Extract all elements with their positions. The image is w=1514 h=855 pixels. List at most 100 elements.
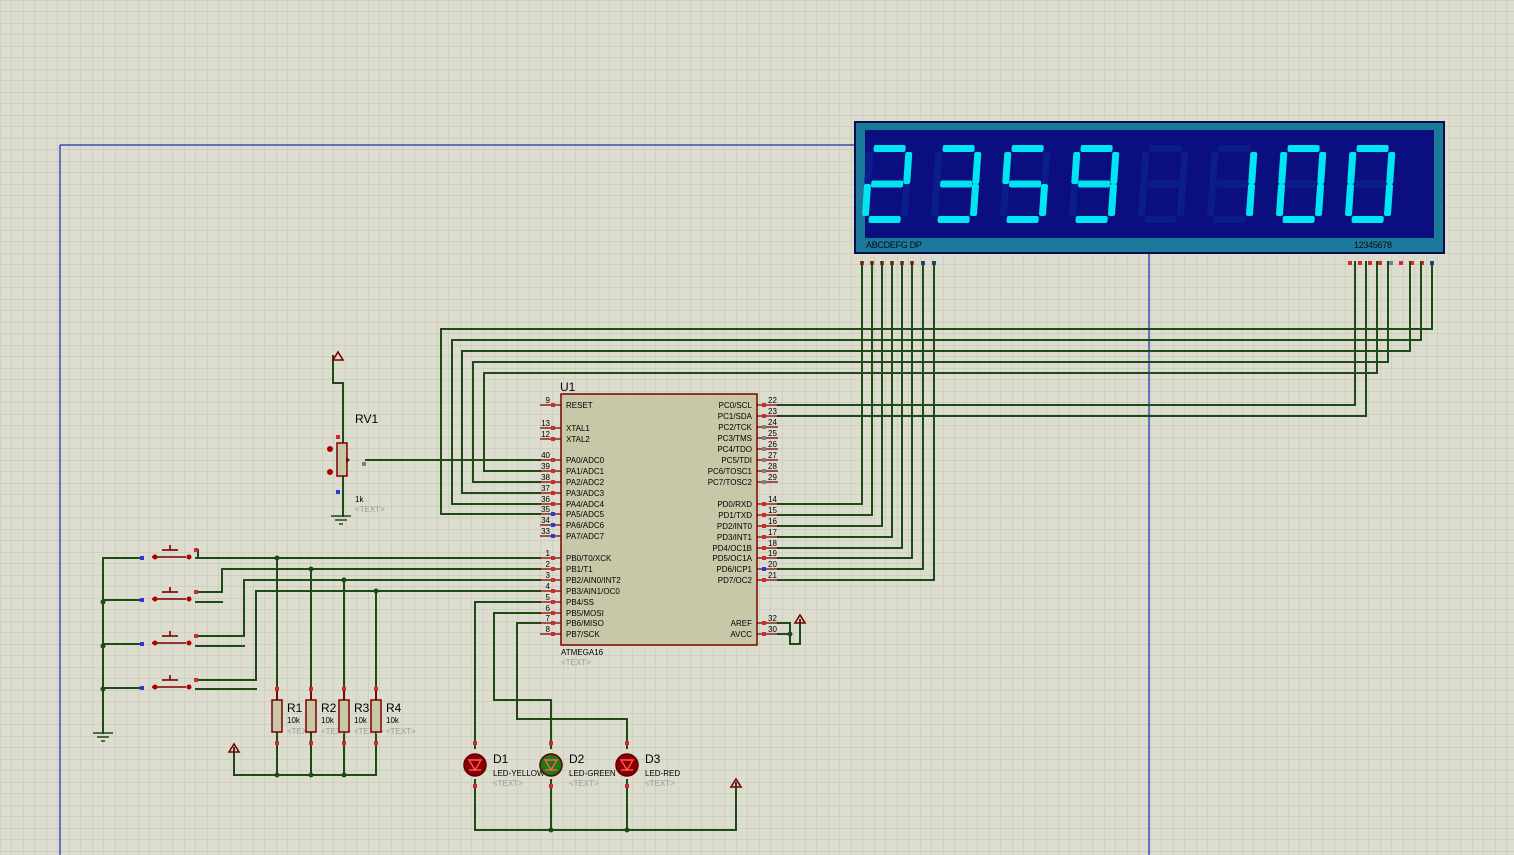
mcu-pin-name: PC5/TDI: [721, 456, 752, 465]
mcu-pin-dot: [762, 425, 766, 429]
mcu-pin-dot: [762, 524, 766, 528]
segment-d: [1213, 216, 1246, 223]
display-pin: [1378, 261, 1382, 265]
segment-d: [1351, 216, 1384, 223]
resistor-ref: R2: [321, 701, 337, 715]
mcu-pin-name: PA4/ADC4: [566, 500, 605, 509]
mcu-pin-number: 8: [546, 625, 551, 634]
segment-a: [873, 145, 906, 152]
mcu-pin-dot: [762, 546, 766, 550]
mcu-pin-dot: [551, 458, 555, 462]
led-body: [463, 753, 487, 777]
segment-g: [1285, 180, 1318, 188]
mcu-pin-number: 35: [541, 505, 550, 514]
resistor-body: [338, 699, 350, 733]
mcu-pin-number: 29: [768, 473, 777, 482]
mcu-text: <TEXT>: [561, 658, 591, 667]
segment-d: [1006, 216, 1039, 223]
mcu-pin-number: 12: [541, 430, 550, 439]
resistor-ref: R3: [354, 701, 370, 715]
resistor-ref: R1: [287, 701, 303, 715]
junction: [624, 827, 630, 833]
mcu-pin-number: 1: [546, 549, 551, 558]
mcu-pin-name: PA5/ADC5: [566, 510, 605, 519]
mcu-pin-number: 13: [541, 419, 550, 428]
mcu-pin-number: 17: [768, 528, 777, 537]
mcu-ref: U1: [560, 380, 576, 394]
segment-a: [1011, 145, 1044, 152]
mcu-pin-number: 33: [541, 527, 550, 536]
resistor-value: 10k: [386, 716, 400, 725]
segment-a: [1218, 145, 1251, 152]
junction: [100, 643, 106, 649]
pot-pin-dot: [327, 446, 333, 452]
mcu-pin-dot: [551, 512, 555, 516]
mcu-pin-number: 38: [541, 473, 550, 482]
mcu-pin-name: PB0/T0/XCK: [566, 554, 612, 563]
mcu-pin-number: 40: [541, 451, 550, 460]
segment-d: [937, 216, 970, 223]
junction: [100, 686, 106, 692]
mcu-pin-number: 3: [546, 571, 551, 580]
mcu-pin-name: PA6/ADC6: [566, 521, 605, 530]
display-pin: [1389, 261, 1393, 265]
mcu-pin-number: 19: [768, 549, 777, 558]
mcu-pin-name: PD6/ICP1: [716, 565, 752, 574]
resistor-value: 10k: [287, 716, 301, 725]
mcu-pin-number: 36: [541, 495, 550, 504]
mcu-pin-dot: [551, 491, 555, 495]
mcu-pin-dot: [551, 534, 555, 538]
seven-segment-display[interactable]: ABCDEFG DP 12345678: [854, 121, 1445, 265]
mcu-pin-name: PB6/MISO: [566, 619, 604, 628]
mcu-pin-dot: [551, 621, 555, 625]
mcu-pin-dot: [762, 403, 766, 407]
mcu-pin-dot: [762, 436, 766, 440]
segment-d: [868, 216, 901, 223]
junction: [274, 555, 280, 561]
segment-g: [871, 180, 904, 188]
mcu-pin-dot: [762, 556, 766, 560]
segment-g: [1078, 180, 1111, 188]
schematic-canvas[interactable]: ABCDEFG DP 12345678 U1 ATMEGA16 <TEXT> 9…: [0, 0, 1514, 855]
led-value: LED-YELLOW: [493, 769, 545, 778]
mcu-pin-number: 28: [768, 462, 777, 471]
mcu-pin-dot: [551, 578, 555, 582]
segment-d: [1282, 216, 1315, 223]
mcu-pin-name: PC4/TDO: [717, 445, 752, 454]
junction: [787, 631, 793, 637]
mcu-pin-number: 37: [541, 484, 550, 493]
pot-pin: [362, 462, 366, 466]
mcu-pin-name: PA3/ADC3: [566, 489, 605, 498]
mcu-pin-dot: [551, 437, 555, 441]
junction: [274, 772, 280, 778]
led-text: <TEXT>: [493, 779, 523, 788]
mcu-pin-dot: [762, 535, 766, 539]
led-text: <TEXT>: [645, 779, 675, 788]
pot-text: <TEXT>: [355, 505, 385, 514]
mcu-pin-dot: [551, 589, 555, 593]
mcu-pin-number: 20: [768, 560, 777, 569]
mcu-pin-name: PC0/SCL: [719, 401, 753, 410]
mcu-pin-dot: [551, 426, 555, 430]
mcu-pin-name: PD7/OC2: [718, 576, 753, 585]
mcu-part: ATMEGA16: [561, 648, 604, 657]
mcu-pin-name: PA7/ADC7: [566, 532, 605, 541]
mcu-pin-dot: [551, 469, 555, 473]
mcu-u1[interactable]: U1 ATMEGA16 <TEXT> 9RESET13XTAL112XTAL24…: [540, 380, 778, 667]
led-value: LED-RED: [645, 769, 680, 778]
segment-g: [940, 180, 973, 188]
pot-ref: RV1: [355, 412, 378, 426]
resistor-text: <TEXT>: [386, 727, 416, 736]
mcu-pin-dot: [762, 447, 766, 451]
mcu-pin-dot: [762, 469, 766, 473]
mcu-pin-dot: [551, 502, 555, 506]
mcu-pin-dot: [551, 403, 555, 407]
mcu-pin-name: PA1/ADC1: [566, 467, 605, 476]
pot-pin-dot: [327, 469, 333, 475]
mcu-pin-dot: [551, 632, 555, 636]
mcu-pin-name: PC2/TCK: [718, 423, 752, 432]
mcu-pin-name: PB4/SS: [566, 598, 594, 607]
mcu-pin-dot: [762, 414, 766, 418]
display-pin: [1358, 261, 1362, 265]
mcu-pin-name: PD2/INT0: [717, 522, 753, 531]
